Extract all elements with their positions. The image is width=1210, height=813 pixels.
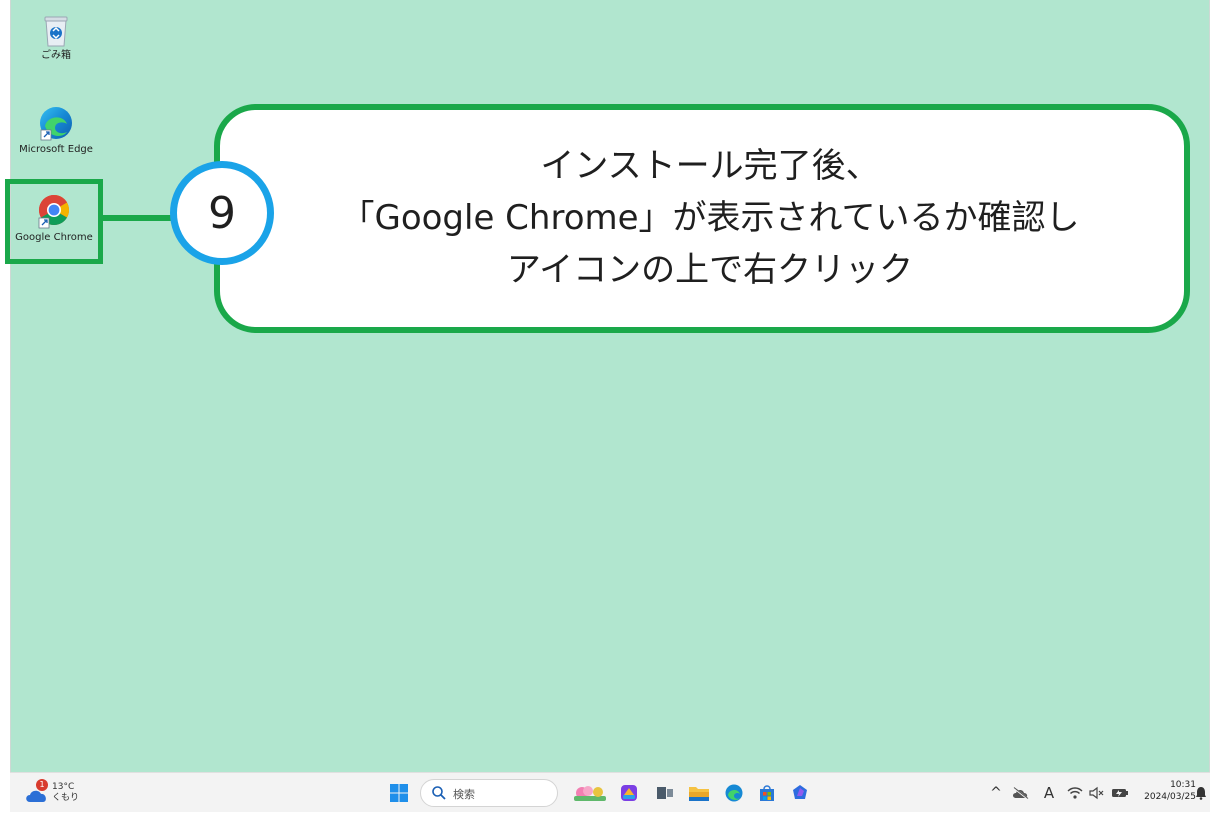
desktop-icon-edge[interactable]: Microsoft Edge	[10, 104, 102, 156]
ime-mode-label: A	[1043, 784, 1055, 802]
taskbar-copilot-app-button[interactable]	[616, 780, 642, 806]
microsoft-store-button[interactable]	[754, 780, 780, 806]
ime-mode-indicator[interactable]: A	[1040, 773, 1058, 813]
search-icon	[432, 786, 446, 800]
taskbar-edge-button[interactable]	[721, 780, 747, 806]
instruction-line: 「Google Chrome」が表示されているか確認し	[340, 198, 1080, 238]
taskbar-search-box[interactable]: 検索	[420, 779, 558, 807]
wifi-icon	[1067, 787, 1083, 799]
weather-alert-badge: 1	[36, 779, 48, 791]
instruction-text: インストール完了後、 「Google Chrome」が表示されているか確認し ア…	[260, 140, 1160, 296]
tray-onedrive-button[interactable]	[1010, 773, 1032, 813]
recycle-bin-icon	[44, 16, 68, 47]
tray-overflow-button[interactable]: ^	[988, 773, 1004, 813]
screen: ごみ箱 Microsoft Edge Google Chrome インストール完…	[0, 0, 1210, 812]
task-view-icon	[657, 787, 673, 799]
volume-button[interactable]	[1088, 773, 1106, 813]
battery-button[interactable]	[1110, 773, 1130, 813]
taskbar: 1 13°C くもり 検索 ^ A 10:31 2024/03/25	[10, 772, 1210, 812]
copilot-icon	[793, 785, 807, 799]
weather-widget[interactable]: 1 13°C くもり	[24, 779, 84, 807]
clock-time: 10:31	[1170, 780, 1196, 790]
edge-icon	[725, 784, 743, 802]
taskbar-widget-button[interactable]	[570, 780, 610, 806]
start-button[interactable]	[386, 780, 412, 806]
widget-landscape-icon	[574, 786, 606, 801]
file-explorer-button[interactable]	[686, 780, 712, 806]
weather-temperature: 13°C	[52, 782, 75, 792]
instruction-line: インストール完了後、	[540, 146, 880, 186]
desktop-icon-recycle-bin[interactable]: ごみ箱	[10, 14, 102, 62]
weather-text: 13°C くもり	[52, 782, 79, 804]
battery-charging-icon	[1112, 789, 1128, 797]
taskbar-clock[interactable]: 10:31 2024/03/25	[1134, 779, 1196, 803]
bell-icon	[1196, 787, 1206, 800]
instruction-line: アイコンの上で右クリック	[506, 250, 914, 290]
task-view-button[interactable]	[652, 780, 678, 806]
edge-icon	[40, 107, 72, 141]
store-icon	[760, 785, 774, 801]
file-explorer-icon	[689, 787, 709, 801]
chevron-up-icon: ^	[990, 785, 1002, 801]
network-status-button[interactable]	[1066, 773, 1084, 813]
copilot-app-icon	[621, 785, 637, 801]
desktop-icon-label: Microsoft Edge	[19, 144, 93, 155]
clock-date: 2024/03/25	[1144, 792, 1196, 802]
weather-condition: くもり	[52, 793, 80, 803]
step-number-badge: 9	[170, 161, 274, 265]
copilot-button[interactable]	[787, 780, 813, 806]
cloud-off-icon	[1013, 787, 1029, 800]
search-placeholder: 検索	[453, 788, 475, 801]
chrome-highlight-frame	[5, 179, 103, 264]
start-icon	[390, 784, 408, 802]
notification-button[interactable]	[1194, 773, 1208, 813]
volume-muted-icon	[1089, 786, 1104, 800]
desktop-icon-label: ごみ箱	[41, 50, 71, 61]
